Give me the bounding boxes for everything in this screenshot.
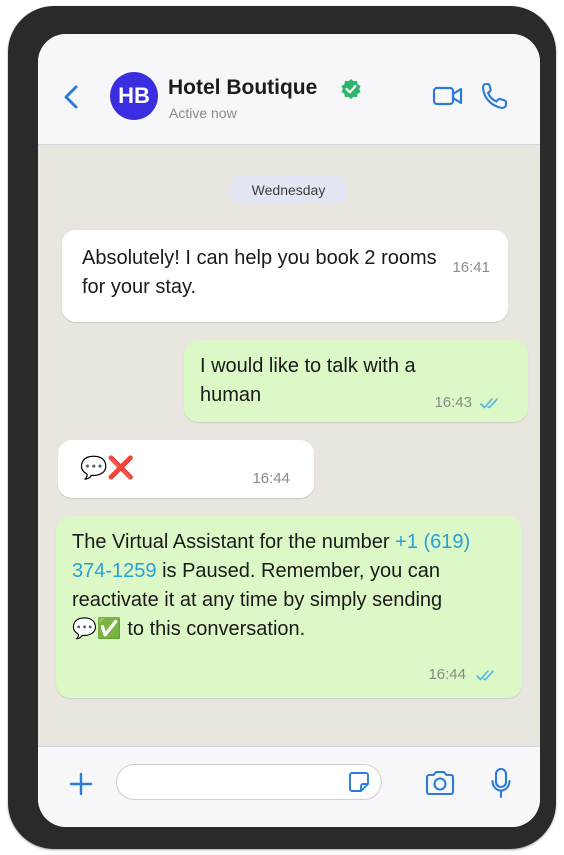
message-time: 16:44 bbox=[252, 470, 290, 487]
verified-check-icon bbox=[340, 78, 362, 100]
voice-message-button[interactable] bbox=[490, 767, 512, 799]
incoming-message[interactable]: 💬❌ 16:44 bbox=[58, 440, 314, 498]
chat-header: HB Hotel Boutique Active now bbox=[38, 34, 540, 145]
sticker-button[interactable] bbox=[348, 771, 370, 793]
message-text-before: The Virtual Assistant for the number bbox=[72, 531, 390, 553]
back-button[interactable] bbox=[60, 82, 84, 112]
incoming-message[interactable]: Absolutely! I can help you book 2 rooms … bbox=[62, 230, 508, 322]
outgoing-message[interactable]: I would like to talk with a human 16:43 bbox=[184, 340, 528, 422]
message-text: Absolutely! I can help you book 2 rooms … bbox=[82, 247, 437, 298]
contact-name[interactable]: Hotel Boutique bbox=[168, 76, 317, 100]
phone-icon bbox=[481, 82, 508, 110]
microphone-icon bbox=[491, 767, 511, 799]
message-text: I would like to talk with a human bbox=[200, 355, 416, 406]
date-divider: Wednesday bbox=[230, 176, 347, 204]
phone-frame: HB Hotel Boutique Active now Wednesday A… bbox=[8, 6, 556, 849]
avatar[interactable]: HB bbox=[110, 72, 158, 120]
message-time: 16:43 bbox=[434, 394, 472, 411]
plus-icon bbox=[69, 772, 93, 796]
message-time: 16:44 bbox=[428, 666, 466, 683]
sticker-icon bbox=[349, 772, 369, 792]
video-call-button[interactable] bbox=[432, 84, 464, 108]
message-time: 16:41 bbox=[452, 259, 490, 276]
contact-status: Active now bbox=[169, 105, 237, 121]
message-text: The Virtual Assistant for the number +1 … bbox=[72, 528, 472, 644]
voice-call-button[interactable] bbox=[480, 81, 508, 111]
camera-icon bbox=[425, 770, 455, 796]
message-emoji-text: 💬❌ bbox=[80, 455, 135, 480]
add-attachment-button[interactable] bbox=[68, 771, 94, 797]
chevron-left-icon bbox=[64, 85, 78, 109]
message-input[interactable] bbox=[116, 764, 382, 800]
read-receipt-icon bbox=[476, 669, 498, 681]
message-composer bbox=[38, 746, 540, 827]
chat-screen: HB Hotel Boutique Active now Wednesday A… bbox=[38, 34, 540, 827]
video-camera-icon bbox=[432, 86, 463, 106]
camera-button[interactable] bbox=[424, 769, 456, 797]
outgoing-message[interactable]: The Virtual Assistant for the number +1 … bbox=[56, 516, 522, 698]
read-receipt-icon bbox=[480, 397, 502, 409]
